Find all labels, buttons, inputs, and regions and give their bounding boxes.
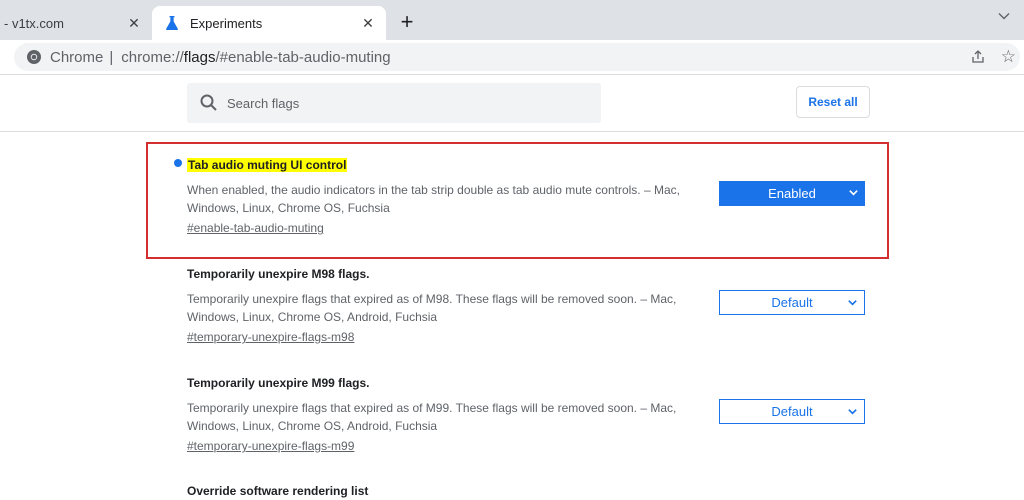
experiment-description: Temporarily unexpire flags that expired …: [187, 292, 677, 324]
search-flags-box[interactable]: [187, 83, 601, 123]
experiment-state-select[interactable]: Enabled: [719, 181, 865, 206]
toolbar: Chrome | chrome:// flags /#enable-tab-au…: [0, 40, 1024, 102]
bookmark-star-icon[interactable]: ☆: [1001, 47, 1016, 67]
chrome-icon: [27, 50, 41, 64]
experiment-permalink[interactable]: #temporary-unexpire-flags-m99: [187, 439, 354, 453]
experiment-unexpire-m99: Temporarily unexpire M99 flags. Temporar…: [187, 374, 877, 455]
address-bar[interactable]: Chrome | chrome:// flags /#enable-tab-au…: [14, 43, 1020, 71]
chevron-down-icon[interactable]: [996, 8, 1012, 24]
tab-title: Experiments: [190, 15, 263, 31]
chevron-down-icon: [849, 190, 858, 196]
experiment-permalink[interactable]: #temporary-unexpire-flags-m98: [187, 330, 354, 344]
experiment-override-software-rendering: Override software rendering list: [187, 482, 877, 500]
chevron-down-icon: [848, 300, 857, 306]
experiment-description: When enabled, the audio indicators in th…: [187, 183, 680, 215]
url-separator: |: [109, 48, 114, 66]
search-icon: [200, 94, 217, 111]
experiment-tab-audio-muting: Tab audio muting UI control When enabled…: [174, 156, 877, 237]
experiment-permalink[interactable]: #enable-tab-audio-muting: [187, 221, 324, 235]
tab-title: - v1tx.com: [4, 15, 64, 31]
experiment-title: Temporarily unexpire M99 flags.: [187, 376, 370, 390]
chevron-down-icon: [848, 409, 857, 415]
url-scheme: chrome://: [121, 48, 184, 66]
url-path: /#enable-tab-audio-muting: [215, 48, 391, 66]
site-label: Chrome: [50, 48, 104, 66]
experiment-title: Tab audio muting UI control: [187, 158, 348, 172]
new-tab-plus-icon[interactable]: +: [396, 9, 418, 34]
experiment-unexpire-m98: Temporarily unexpire M98 flags. Temporar…: [187, 265, 877, 346]
flags-header: Reset all: [0, 75, 1024, 132]
close-tab-icon[interactable]: ✕: [360, 15, 376, 31]
tab-strip: - v1tx.com ✕ Experiments ✕ +: [0, 0, 1024, 40]
reset-all-button[interactable]: Reset all: [796, 86, 870, 118]
select-value: Default: [771, 404, 813, 419]
experiment-title: Temporarily unexpire M98 flags.: [187, 267, 370, 281]
select-value: Default: [771, 295, 813, 310]
experiment-state-select[interactable]: Default: [719, 399, 865, 424]
tab-v1tx[interactable]: - v1tx.com ✕: [0, 6, 152, 40]
share-icon[interactable]: [970, 49, 986, 65]
search-flags-input[interactable]: [225, 94, 589, 112]
modified-indicator-dot: [174, 159, 182, 167]
close-tab-icon[interactable]: ✕: [126, 15, 142, 31]
tab-experiments[interactable]: Experiments ✕: [152, 6, 386, 40]
experiment-description: Temporarily unexpire flags that expired …: [187, 401, 677, 433]
experiment-state-select[interactable]: Default: [719, 290, 865, 315]
select-value: Enabled: [768, 186, 816, 201]
flask-icon: [164, 15, 180, 31]
url-host: flags: [183, 48, 216, 66]
